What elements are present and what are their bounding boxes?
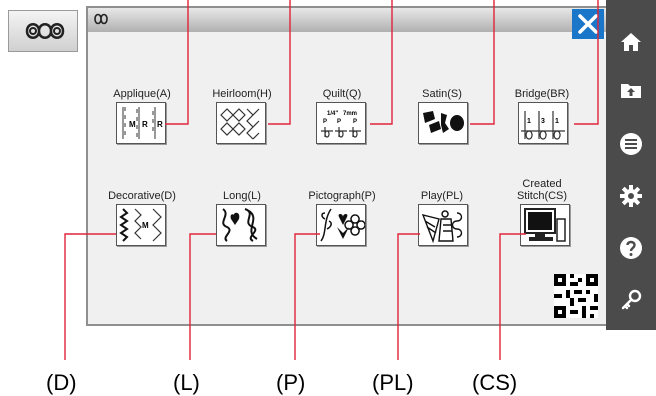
long-stitch-button[interactable] (216, 204, 266, 246)
home-icon (621, 33, 641, 51)
sidebar-settings-button[interactable] (606, 176, 656, 216)
qr-code-icon (554, 274, 598, 318)
satin-stitch-button[interactable] (418, 102, 468, 144)
category-label: Heirloom(H) (212, 88, 272, 100)
category-satin[interactable]: Satin(S) (392, 88, 492, 100)
category-label: Play(PL) (420, 190, 464, 202)
svg-text:P: P (323, 119, 327, 125)
menu-icon (620, 133, 642, 155)
quilt-stitch-button[interactable]: 1/4" 7mm P P P (316, 102, 366, 144)
category-label: Applique(A) (113, 88, 171, 100)
play-stitch-icon (421, 210, 463, 244)
category-play[interactable]: Play(PL) (392, 190, 492, 202)
help-icon (620, 237, 642, 259)
stitch-pattern-icon (25, 23, 65, 39)
pictograph-stitch-button[interactable] (316, 204, 366, 246)
category-label-line2: Stitch(CS) (516, 190, 568, 202)
panel-title-bar (88, 8, 606, 32)
sidebar (606, 0, 656, 330)
long-stitch-icon (222, 208, 258, 242)
category-label: Quilt(Q) (322, 88, 362, 100)
sidebar-home-button[interactable] (606, 22, 656, 62)
callout-label-l: (L) (173, 370, 200, 395)
svg-text:1/4": 1/4" (327, 111, 338, 117)
category-label: Bridge(BR) (514, 88, 570, 100)
stitch-category-icon (94, 13, 108, 25)
folder-upload-icon (621, 84, 641, 98)
svg-text:3: 3 (541, 118, 545, 125)
satin-stitch-icon (423, 111, 464, 133)
decorative-stitch-icon: M (119, 208, 162, 242)
close-icon (578, 14, 598, 34)
decorative-stitch-button[interactable]: M (116, 204, 166, 246)
svg-text:1: 1 (527, 118, 531, 125)
category-pictograph[interactable]: Pictograph(P) (292, 190, 392, 202)
category-created-stitch[interactable]: Created Stitch(CS) (492, 178, 592, 202)
callout-label-d: (D) (46, 370, 77, 395)
gear-icon (620, 185, 642, 207)
created-stitch-button[interactable] (520, 204, 570, 246)
heirloom-stitch-icon (220, 108, 260, 140)
sidebar-folder-button[interactable] (606, 70, 656, 110)
callout-label-p: (P) (276, 370, 306, 395)
close-button[interactable] (572, 9, 604, 39)
category-label-line1: Created (522, 178, 562, 190)
bridge-stitch-icon: 1 3 1 (521, 111, 565, 140)
callout-label-cs: (CS) (472, 370, 518, 395)
pictograph-stitch-icon (320, 208, 365, 242)
svg-text:P: P (353, 119, 357, 125)
applique-stitch-icon: M R R (122, 107, 163, 139)
category-label: Pictograph(P) (308, 190, 376, 202)
svg-text:7mm: 7mm (343, 111, 357, 117)
svg-text:R: R (157, 120, 163, 129)
svg-text:M: M (129, 120, 136, 129)
svg-text:P: P (337, 119, 341, 125)
category-long[interactable]: Long(L) (192, 190, 292, 202)
category-heirloom[interactable]: Heirloom(H) (192, 88, 292, 100)
category-label: Satin(S) (422, 88, 462, 100)
applique-stitch-button[interactable]: M R R (116, 102, 166, 144)
stitch-category-panel: Applique(A) M R R Heirloom(H) Quilt(Q) 1… (86, 6, 608, 326)
category-label: Decorative(D) (108, 190, 176, 202)
sidebar-key-button[interactable] (606, 280, 656, 320)
stitch-mode-button[interactable] (8, 10, 78, 52)
key-icon (621, 289, 642, 310)
category-applique[interactable]: Applique(A) (92, 88, 192, 100)
svg-text:1: 1 (555, 118, 559, 125)
sidebar-help-button[interactable] (606, 228, 656, 268)
svg-text:M: M (142, 221, 149, 230)
qr-code[interactable] (554, 274, 598, 318)
svg-text:R: R (142, 120, 148, 129)
category-decorative[interactable]: Decorative(D) (92, 190, 192, 202)
category-label: Long(L) (223, 190, 261, 202)
callout-label-pl: (PL) (372, 370, 414, 395)
quilt-stitch-icon: 1/4" 7mm P P P (321, 111, 361, 138)
play-stitch-button[interactable] (418, 204, 468, 246)
computer-icon (524, 208, 566, 242)
category-quilt[interactable]: Quilt(Q) (292, 88, 392, 100)
category-bridge[interactable]: Bridge(BR) (492, 88, 592, 100)
bridge-stitch-button[interactable]: 1 3 1 (518, 102, 568, 144)
sidebar-menu-button[interactable] (606, 124, 656, 164)
heirloom-stitch-button[interactable] (216, 102, 266, 144)
